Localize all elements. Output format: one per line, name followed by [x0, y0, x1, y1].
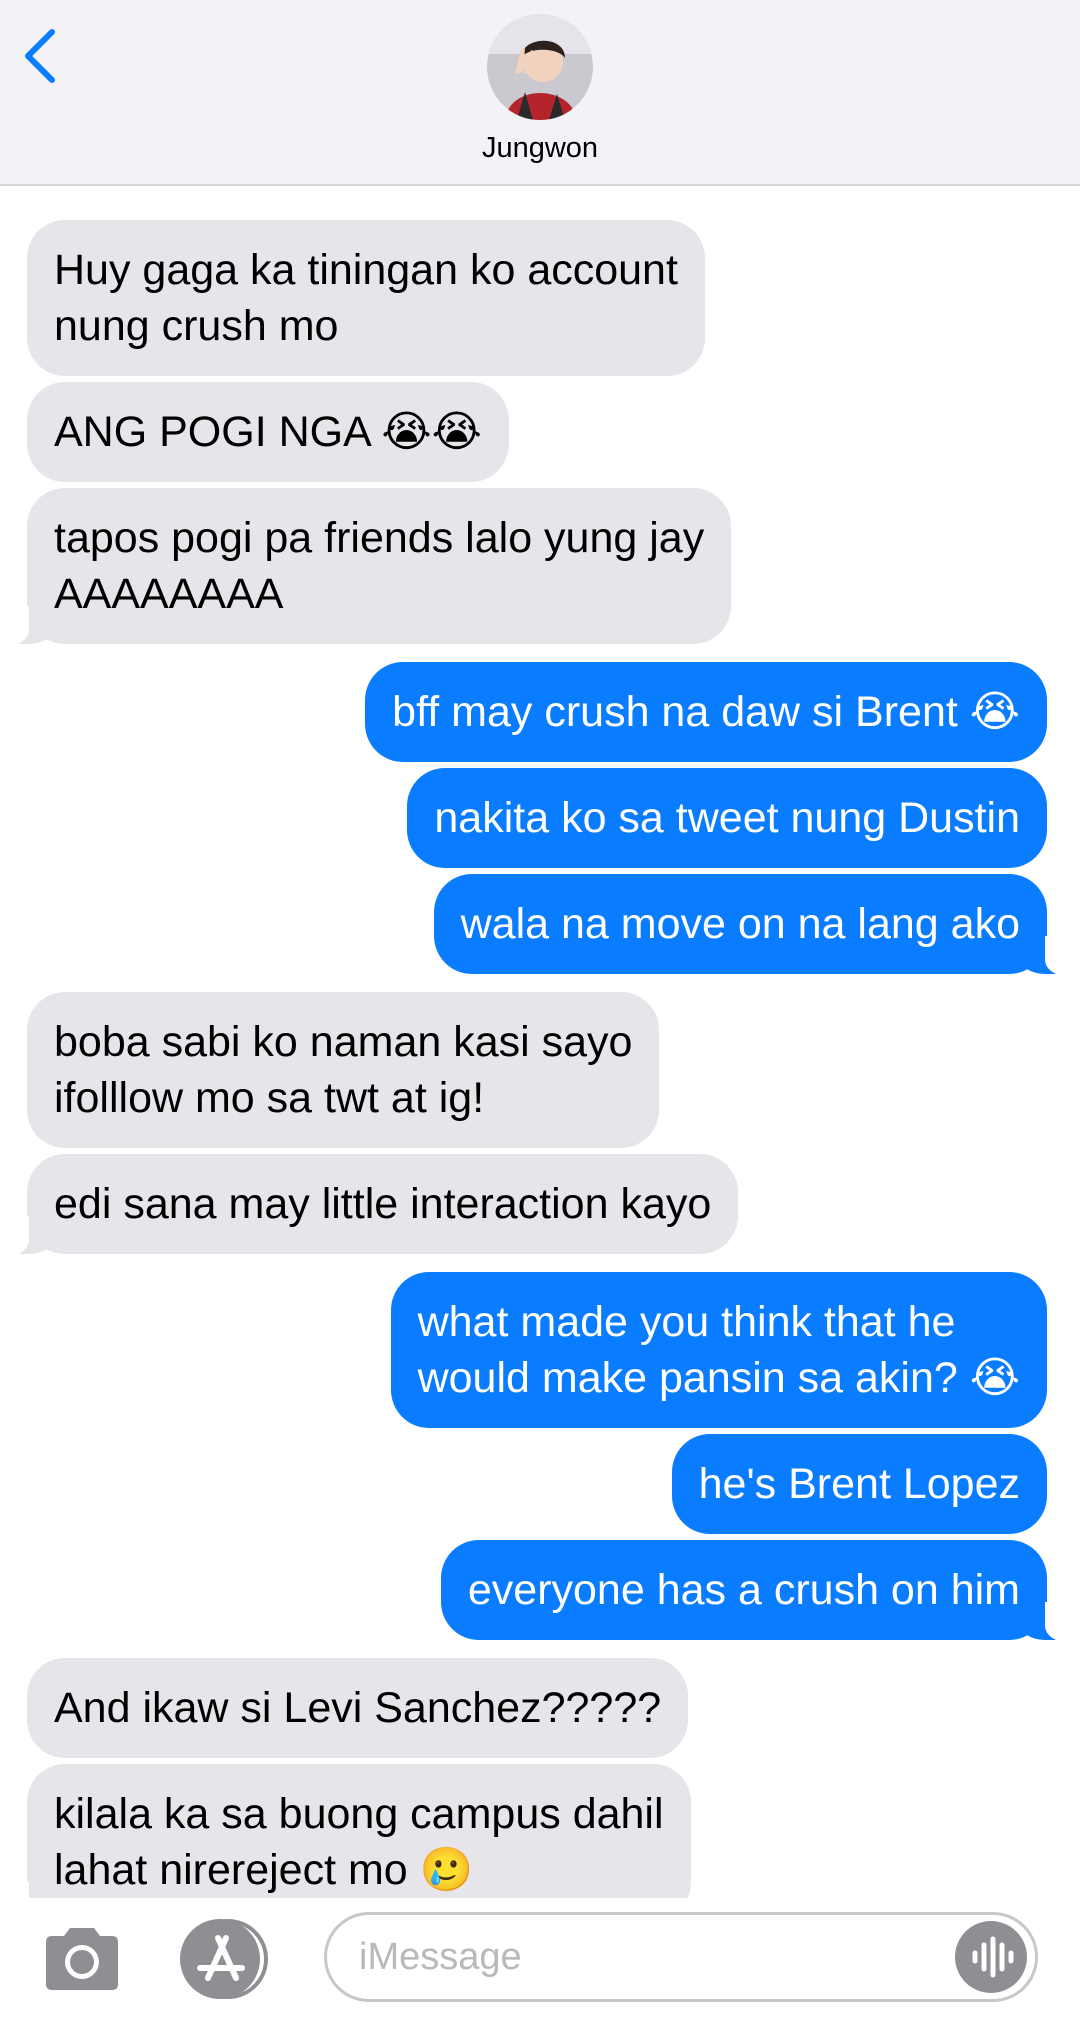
- message-text-line: boba sabi ko naman kasi sayo: [54, 1018, 633, 1066]
- avatar[interactable]: [487, 14, 593, 120]
- avatar-photo: [487, 14, 593, 120]
- message-text-line: what made you think that he: [417, 1298, 956, 1346]
- outgoing-message-bubble[interactable]: what made you think that he would make pa…: [390, 1272, 1047, 1428]
- outgoing-message-bubble[interactable]: everyone has a crush on him: [440, 1540, 1076, 1642]
- incoming-message-bubble[interactable]: edi sana may little interaction kayo: [0, 1154, 739, 1256]
- outgoing-message-bubble[interactable]: nakita ko sa tweet nung Dustin: [407, 768, 1047, 868]
- message-input-field[interactable]: [324, 1912, 1038, 2002]
- audio-waveform-icon[interactable]: [955, 1921, 1027, 1993]
- conversation-header: Jungwon: [0, 0, 1080, 186]
- message-text-line: edi sana may little interaction kayo: [54, 1180, 712, 1228]
- message-text-line: lahat nirereject mo 🥲: [54, 1846, 474, 1894]
- message-text-line: ANG POGI NGA 😭😭: [54, 408, 482, 456]
- message-text-line: he's Brent Lopez: [698, 1460, 1020, 1508]
- message-text-line: bff may crush na daw si Brent 😭: [392, 688, 1020, 736]
- outgoing-message-bubble[interactable]: bff may crush na daw si Brent 😭: [365, 662, 1047, 762]
- message-text-line: nakita ko sa tweet nung Dustin: [434, 794, 1020, 842]
- incoming-message-bubble[interactable]: And ikaw si Levi Sanchez?????: [27, 1658, 689, 1758]
- outgoing-message-bubble[interactable]: wala na move on na lang ako: [433, 874, 1076, 976]
- message-text-line: And ikaw si Levi Sanchez?????: [54, 1684, 662, 1732]
- incoming-message-bubble[interactable]: Huy gaga ka tiningan ko account nung crus…: [27, 220, 705, 376]
- message-input[interactable]: [357, 1915, 957, 1999]
- incoming-message-bubble[interactable]: kilala ka sa buong campus dahil lahat nir…: [0, 1764, 691, 1898]
- message-text-line: would make pansin sa akin? 😭: [417, 1354, 1020, 1402]
- compose-bar: [0, 1898, 1080, 2030]
- message-text-line: kilala ka sa buong campus dahil: [54, 1790, 664, 1838]
- incoming-message-bubble[interactable]: ANG POGI NGA 😭😭: [27, 382, 509, 482]
- message-text-line: AAAAAAAA: [54, 570, 284, 618]
- chevron-left-icon[interactable]: [16, 26, 68, 86]
- incoming-message-bubble[interactable]: boba sabi ko naman kasi sayo ifolllow mo …: [27, 992, 660, 1148]
- message-text-line: nung crush mo: [54, 302, 339, 350]
- app-store-icon[interactable]: [176, 1916, 272, 2002]
- message-text-line: everyone has a crush on him: [467, 1566, 1020, 1614]
- contact-name[interactable]: Jungwon: [0, 132, 1080, 165]
- message-text-line: Huy gaga ka tiningan ko account: [54, 246, 678, 294]
- camera-icon[interactable]: [40, 1924, 124, 1994]
- message-thread[interactable]: Huy gaga ka tiningan ko account nung crus…: [0, 188, 1080, 1898]
- incoming-message-bubble[interactable]: tapos pogi pa friends lalo yung jay AAAAA…: [0, 488, 732, 646]
- message-text-line: wala na move on na lang ako: [460, 900, 1020, 948]
- message-text-line: ifolllow mo sa twt at ig!: [54, 1074, 485, 1122]
- message-text-line: tapos pogi pa friends lalo yung jay: [54, 514, 705, 562]
- outgoing-message-bubble[interactable]: he's Brent Lopez: [671, 1434, 1047, 1534]
